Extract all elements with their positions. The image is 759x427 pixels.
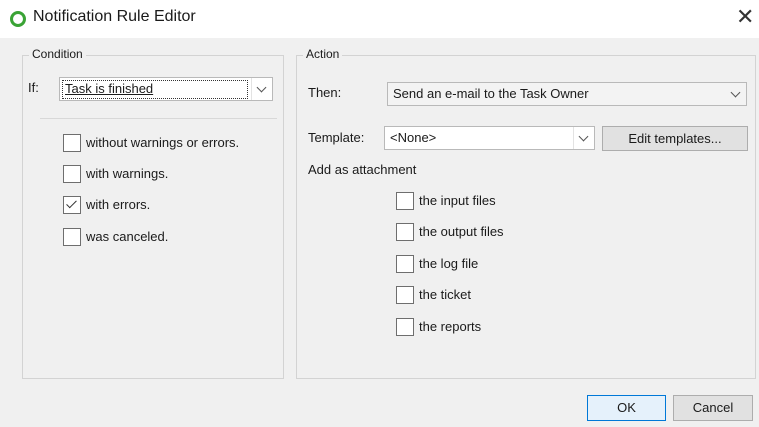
then-label: Then: <box>308 85 342 100</box>
template-dropdown-button[interactable] <box>573 127 594 149</box>
checkbox[interactable] <box>396 255 414 273</box>
checkbox[interactable] <box>396 318 414 336</box>
checkbox-label: with warnings. <box>86 166 169 181</box>
checkbox-with-errors[interactable]: with errors. <box>63 196 275 216</box>
checkbox-label: without warnings or errors. <box>86 135 240 150</box>
checkbox-with-warnings[interactable]: with warnings. <box>63 165 275 185</box>
template-label: Template: <box>308 130 365 145</box>
checkbox-label: the ticket <box>419 287 472 302</box>
condition-separator <box>40 118 277 119</box>
checkbox-reports[interactable]: the reports <box>396 318 536 338</box>
add-attachment-label: Add as attachment <box>308 162 417 177</box>
checkbox-label: with errors. <box>86 197 151 212</box>
if-condition-select[interactable]: Task is finished <box>59 77 273 101</box>
checkbox-label: was canceled. <box>86 229 169 244</box>
edit-templates-button[interactable]: Edit templates... <box>602 126 748 151</box>
checkbox-checked[interactable] <box>63 196 81 214</box>
cancel-button[interactable]: Cancel <box>673 395 753 421</box>
checkbox-label: the input files <box>419 193 496 208</box>
checkbox[interactable] <box>63 228 81 246</box>
dialog-body: Condition If: Task is finished without w… <box>0 38 759 427</box>
checkbox-input-files[interactable]: the input files <box>396 192 536 212</box>
action-group-title: Action <box>303 47 343 61</box>
checkbox[interactable] <box>63 134 81 152</box>
ok-button[interactable]: OK <box>587 395 666 421</box>
checkbox-ticket[interactable]: the ticket <box>396 286 536 306</box>
checkbox-output-files[interactable]: the output files <box>396 223 536 243</box>
action-group: Action Then: Send an e-mail to the Task … <box>296 47 756 379</box>
condition-group-title: Condition <box>29 47 86 61</box>
title-bar: Notification Rule Editor ✕ <box>0 0 759 38</box>
checkbox[interactable] <box>63 165 81 183</box>
chevron-down-icon <box>578 131 589 142</box>
template-select[interactable]: <None> <box>384 126 595 150</box>
if-label: If: <box>28 80 39 95</box>
checkbox[interactable] <box>396 223 414 241</box>
checkbox[interactable] <box>396 192 414 210</box>
condition-group: Condition If: Task is finished without w… <box>22 47 284 379</box>
close-icon[interactable]: ✕ <box>736 4 754 30</box>
window-title: Notification Rule Editor <box>33 8 196 25</box>
if-condition-value: Task is finished <box>65 81 154 96</box>
then-action-value: Send an e-mail to the Task Owner <box>393 86 589 101</box>
checkbox-label: the log file <box>419 256 479 271</box>
checkbox-log-file[interactable]: the log file <box>396 255 536 275</box>
checkbox-label: the reports <box>419 319 482 334</box>
then-dropdown-button[interactable] <box>726 83 746 105</box>
chevron-down-icon <box>256 82 267 93</box>
if-dropdown-button[interactable] <box>251 78 272 100</box>
checkbox[interactable] <box>396 286 414 304</box>
chevron-down-icon <box>730 87 741 98</box>
checkbox-without-warnings[interactable]: without warnings or errors. <box>63 134 275 154</box>
app-circle-icon <box>10 11 26 27</box>
checkbox-label: the output files <box>419 224 504 239</box>
template-value: <None> <box>390 130 437 145</box>
checkbox-was-canceled[interactable]: was canceled. <box>63 228 275 248</box>
then-action-select[interactable]: Send an e-mail to the Task Owner <box>387 82 747 106</box>
